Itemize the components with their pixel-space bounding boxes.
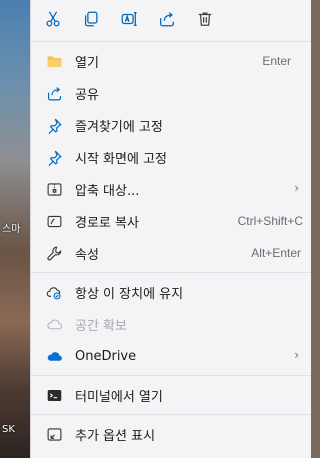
delete-button[interactable] [191, 5, 219, 33]
share-icon [160, 12, 174, 27]
cloud-icon [45, 315, 63, 333]
desktop-icon-label: 스마 [2, 224, 21, 235]
menu-item-share[interactable]: 공유 [31, 77, 311, 109]
context-menu: 열기 Enter 공유 즐겨찾기에 고정 시작 화면에 고정 압축 대상... … [30, 0, 311, 458]
pin-icon [45, 116, 63, 134]
menu-item-terminal[interactable]: 터미널에서 열기 [31, 379, 311, 411]
menu-item-properties[interactable]: 속성 Alt+Enter [31, 237, 311, 269]
menu-item-compress[interactable]: 압축 대상... › [31, 173, 311, 205]
shortcut-text: Ctrl+Shift+C [237, 214, 303, 228]
menu-item-label: 터미널에서 열기 [75, 389, 163, 405]
shortcut-text: Alt+Enter [251, 246, 301, 260]
menu-item-label: 열기 [75, 55, 99, 71]
separator [31, 414, 311, 415]
menu-item-label: 속성 [75, 247, 99, 263]
menu-item-keep-on-device[interactable]: 항상 이 장치에 유지 [31, 276, 311, 308]
shortcut-text: Enter [262, 54, 291, 68]
share-button[interactable] [153, 5, 181, 33]
menu-item-label: 공간 확보 [75, 318, 127, 334]
separator [31, 272, 311, 273]
cut-icon [46, 11, 60, 27]
menu-item-label: OneDrive [75, 348, 137, 364]
rename-button[interactable] [115, 5, 143, 33]
wrench-icon [45, 244, 63, 262]
menu-item-open[interactable]: 열기 Enter [31, 45, 311, 77]
menu-item-onedrive[interactable]: OneDrive › [31, 340, 311, 372]
share-icon [45, 84, 63, 102]
pin-icon [45, 148, 63, 166]
zip-folder-icon [45, 180, 63, 198]
onedrive-icon [45, 347, 63, 365]
chevron-right-icon: › [294, 181, 299, 195]
menu-item-label: 시작 화면에 고정 [75, 151, 167, 167]
menu-item-more-options[interactable]: 추가 옵션 표시 [31, 418, 311, 450]
menu-item-pin-favorites[interactable]: 즐겨찾기에 고정 [31, 109, 311, 141]
separator [31, 375, 311, 376]
menu-item-free-space: 공간 확보 [31, 308, 311, 340]
chevron-right-icon: › [294, 348, 299, 362]
menu-item-label: 항상 이 장치에 유지 [75, 286, 184, 302]
copy-icon [84, 11, 98, 27]
delete-icon [198, 12, 212, 26]
copy-path-icon [45, 212, 63, 230]
menu-item-copy-path[interactable]: 경로로 복사 Ctrl+Shift+C [31, 205, 311, 237]
menu-item-label: 추가 옵션 표시 [75, 428, 156, 444]
menu-item-label: 압축 대상... [75, 183, 140, 199]
more-options-icon [45, 425, 63, 443]
menu-item-label: 공유 [75, 87, 99, 103]
cloud-sync-icon [45, 283, 63, 301]
copy-button[interactable] [77, 5, 105, 33]
menu-item-label: 즐겨찾기에 고정 [75, 119, 163, 135]
desktop-icon-label: SK [2, 424, 15, 435]
menu-item-pin-start[interactable]: 시작 화면에 고정 [31, 141, 311, 173]
separator [31, 41, 311, 42]
menu-item-label: 경로로 복사 [75, 215, 139, 231]
terminal-icon [45, 386, 63, 404]
context-menu-toolbar [31, 0, 311, 38]
cut-button[interactable] [39, 5, 67, 33]
rename-icon [121, 12, 137, 26]
folder-icon [45, 52, 63, 70]
